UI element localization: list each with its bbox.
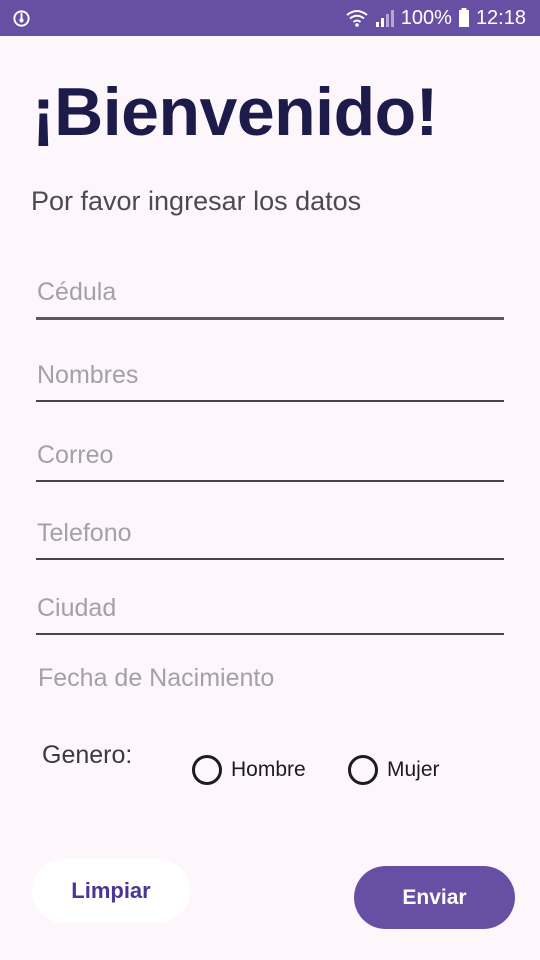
correo-underline — [36, 480, 504, 482]
send-button[interactable]: Enviar — [354, 866, 515, 929]
cedula-underline — [36, 317, 504, 320]
telefono-underline — [36, 558, 504, 560]
telefono-field — [36, 519, 504, 560]
birthdate-input[interactable] — [38, 664, 338, 693]
nombres-underline — [36, 400, 504, 402]
nombres-field — [36, 361, 504, 402]
radio-mujer-label: Mujer — [387, 758, 440, 781]
clear-button[interactable]: Limpiar — [32, 859, 190, 923]
ciudad-field — [36, 594, 504, 635]
radio-mujer[interactable]: Mujer — [348, 755, 440, 785]
status-indicators: 100% 12:18 — [345, 0, 526, 36]
ciudad-input[interactable] — [36, 594, 504, 623]
radio-hombre-label: Hombre — [231, 758, 306, 781]
cedula-input[interactable] — [36, 278, 504, 307]
radio-mujer-circle[interactable] — [348, 755, 378, 785]
nombres-input[interactable] — [36, 361, 504, 390]
battery-percent: 100% — [400, 6, 452, 29]
status-bar: 100% 12:18 — [0, 0, 540, 36]
wifi-icon — [346, 10, 368, 27]
signal-icon — [375, 10, 394, 27]
cedula-field — [36, 278, 504, 320]
gender-label: Genero: — [42, 741, 133, 769]
correo-input[interactable] — [36, 441, 504, 470]
radio-hombre[interactable]: Hombre — [192, 755, 306, 785]
radio-hombre-circle[interactable] — [192, 755, 222, 785]
page-subtitle: Por favor ingresar los datos — [31, 186, 362, 216]
page-title: ¡Bienvenido! — [32, 74, 438, 150]
ciudad-underline — [36, 633, 504, 635]
sync-icon — [13, 10, 30, 27]
correo-field — [36, 441, 504, 482]
battery-icon — [458, 8, 469, 27]
telefono-input[interactable] — [36, 519, 504, 548]
clock: 12:18 — [475, 6, 526, 29]
